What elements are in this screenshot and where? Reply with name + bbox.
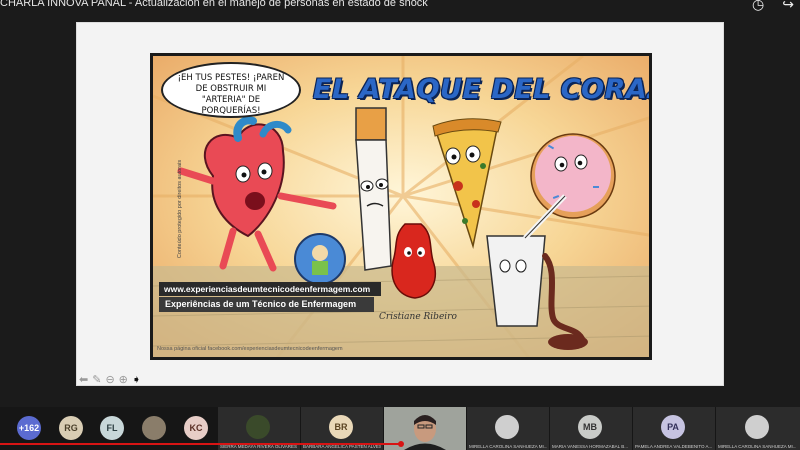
presentation-toolbar: ⬅ ✎ ⊖ ⊕ ➧	[79, 374, 141, 386]
participant-avatar: BR	[329, 415, 353, 439]
participant-initials: PA	[667, 422, 679, 432]
facebook-link: Nossa página oficial facebook.com/experi…	[157, 346, 343, 352]
participant-name: PAMELA ANDREA VALDEBENITO A...	[635, 444, 713, 449]
zoom-in-icon[interactable]: ⊕	[119, 374, 128, 386]
participant-tile[interactable]: PA PAMELA ANDREA VALDEBENITO A...	[633, 407, 715, 450]
participant-tile[interactable]: MIRELLA CAROLINA SANHUEZA MI...	[467, 407, 549, 450]
participant-avatar: MB	[578, 415, 602, 439]
participant-avatar: PA	[661, 415, 685, 439]
clock-icon[interactable]: ◷	[752, 0, 764, 13]
site-name-banner: Experiências de um Técnico de Enfermagem	[159, 297, 374, 312]
share-icon[interactable]: ↪	[782, 0, 794, 13]
site-url-banner: www.experienciasdeumtecnicodeenfermagem.…	[159, 282, 381, 296]
participant-name: MARIA VANESSA HORMAZABAL B...	[552, 444, 629, 449]
participant-avatar[interactable]: RG	[59, 416, 83, 440]
artist-signature: Cristiane Ribeiro	[379, 312, 457, 322]
prev-arrow-icon[interactable]: ⬅	[79, 374, 88, 386]
participant-tile[interactable]: MB MARIA VANESSA HORMAZABAL B...	[550, 407, 632, 450]
more-participants-badge[interactable]: +162	[17, 416, 41, 440]
speech-bubble: ¡EH TUS PESTES! ¡PAREN DE OBSTRUIR MI "A…	[161, 62, 301, 118]
participant-photo-avatar	[745, 415, 769, 439]
shared-screen: EL ATAQUE DEL CORAZÓN ¡EH TUS PESTES! ¡P…	[76, 22, 724, 386]
comic-slide: EL ATAQUE DEL CORAZÓN ¡EH TUS PESTES! ¡P…	[150, 53, 652, 360]
window-topbar: CHARLA INNOVA PANAL - Actualización en e…	[0, 0, 800, 14]
donut-character	[530, 133, 616, 219]
participant-initials: FL	[106, 423, 118, 433]
participant-initials: KC	[189, 423, 203, 433]
topbar-icons: ◷ ↪	[752, 0, 794, 13]
meeting-title: CHARLA INNOVA PANAL - Actualización en e…	[0, 0, 428, 9]
participant-avatar[interactable]: KC	[184, 416, 208, 440]
copyright-note: Conteúdo protegido por direitos autorais	[177, 159, 184, 259]
comic-title: EL ATAQUE DEL CORAZÓN	[313, 74, 649, 105]
pointer-icon[interactable]: ➧	[132, 374, 141, 386]
participant-initials: BR	[334, 422, 348, 432]
participant-tile[interactable]: MIRELLA CAROLINA SANHUEZA MI...	[716, 407, 800, 450]
participant-name: MIRELLA CAROLINA SANHUEZA MI...	[469, 444, 547, 449]
playback-scrubber[interactable]	[398, 441, 404, 447]
site-logo	[294, 233, 346, 285]
playback-progress-bar[interactable]	[0, 443, 402, 445]
blood-clot-character	[391, 223, 436, 299]
participant-photo-avatar	[246, 415, 270, 439]
participant-photo-avatar	[495, 415, 519, 439]
pen-icon[interactable]: ✎	[92, 374, 101, 386]
participant-initials: RG	[64, 423, 78, 433]
participant-avatar[interactable]: FL	[100, 416, 124, 440]
zoom-out-icon[interactable]: ⊖	[105, 374, 114, 386]
participant-photo-avatar[interactable]	[142, 416, 166, 440]
participant-initials: MB	[583, 422, 597, 432]
participant-name: MIRELLA CAROLINA SANHUEZA MI...	[718, 444, 796, 449]
participant-count: +162	[18, 423, 40, 433]
